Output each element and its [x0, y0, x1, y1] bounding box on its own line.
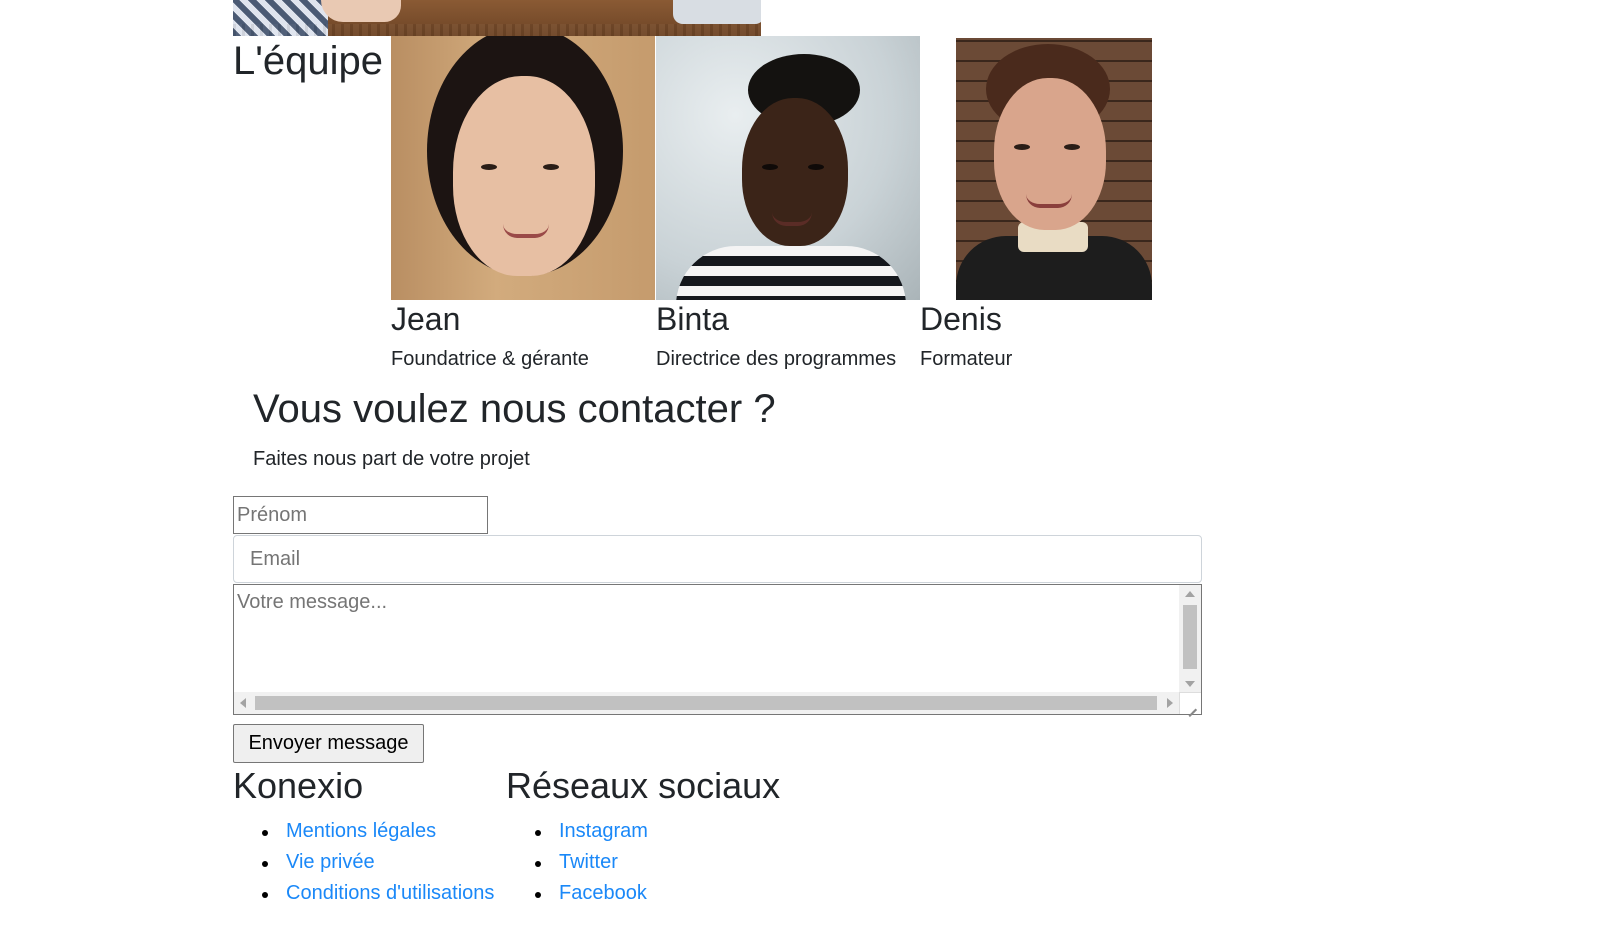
footer-social-links: Instagram Twitter Facebook [506, 816, 780, 909]
list-item: Mentions légales [233, 816, 494, 847]
jean-photo [391, 36, 655, 300]
member-name: Jean [391, 301, 461, 337]
hero-image [233, 0, 761, 36]
privacy-link[interactable]: Vie privée [286, 851, 375, 873]
footer-company-title: Konexio [233, 765, 364, 806]
instagram-link[interactable]: Instagram [559, 820, 648, 842]
email-input[interactable] [233, 535, 1202, 583]
member-role: Formateur [920, 348, 1013, 370]
footer-company-links: Mentions légales Vie privée Conditions d… [233, 816, 494, 909]
footer-social-title: Réseaux sociaux [506, 765, 781, 806]
list-item: Conditions d'utilisations [233, 878, 494, 909]
horizontal-scrollbar[interactable] [234, 692, 1179, 714]
firstname-input[interactable] [233, 496, 488, 534]
member-name: Binta [656, 301, 729, 337]
team-member-jean: Jean Foundatrice & gérante [391, 36, 655, 370]
scroll-right-icon[interactable] [1167, 698, 1173, 708]
binta-photo [656, 36, 920, 300]
list-item: Vie privée [233, 847, 494, 878]
scroll-thumb[interactable] [1183, 605, 1197, 669]
member-role: Directrice des programmes [656, 348, 897, 370]
scroll-left-icon[interactable] [240, 698, 246, 708]
scroll-thumb-horizontal[interactable] [255, 696, 1157, 710]
team-member-binta: Binta Directrice des programmes [656, 36, 920, 370]
team-title: L'équipe [233, 39, 383, 83]
scroll-up-icon[interactable] [1185, 591, 1195, 597]
legal-notice-link[interactable]: Mentions légales [286, 820, 436, 842]
vertical-scrollbar[interactable] [1179, 585, 1201, 693]
terms-link[interactable]: Conditions d'utilisations [286, 882, 494, 904]
team-member-denis: Denis Formateur [920, 36, 1184, 370]
twitter-link[interactable]: Twitter [559, 851, 618, 873]
facebook-link[interactable]: Facebook [559, 882, 647, 904]
contact-title: Vous voulez nous contacter ? [253, 387, 776, 431]
member-role: Foundatrice & gérante [391, 348, 589, 370]
list-item: Instagram [506, 816, 780, 847]
scroll-down-icon[interactable] [1185, 681, 1195, 687]
send-message-button[interactable]: Envoyer message [233, 724, 424, 763]
message-field [233, 584, 1202, 715]
footer-social: Réseaux sociaux Instagram Twitter Facebo… [506, 764, 780, 909]
member-name: Denis [920, 301, 1002, 337]
contact-subtitle: Faites nous part de votre projet [253, 448, 530, 470]
list-item: Twitter [506, 847, 780, 878]
list-item: Facebook [506, 878, 780, 909]
message-textarea[interactable] [234, 585, 1179, 693]
denis-photo [920, 36, 1184, 300]
resize-grip-icon[interactable] [1179, 692, 1201, 714]
footer-company: Konexio Mentions légales Vie privée Cond… [233, 764, 494, 909]
